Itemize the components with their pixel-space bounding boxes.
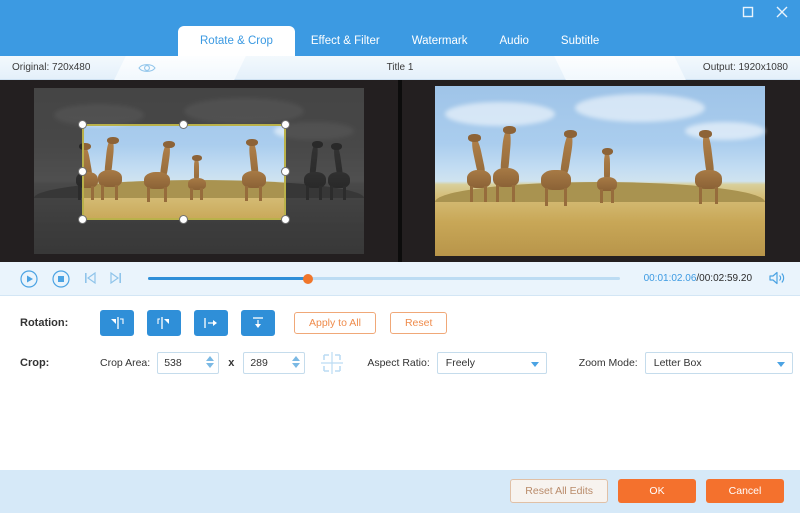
crop-height-stepper[interactable]	[243, 352, 306, 374]
info-bar: Original: 720x480 Title 1 Output: 1920x1…	[0, 56, 800, 80]
apply-to-all-button[interactable]: Apply to All	[294, 312, 376, 334]
crop-handle-middle-right[interactable]	[281, 167, 290, 176]
volume-icon[interactable]	[768, 270, 786, 286]
crop-handle-top-center[interactable]	[179, 120, 188, 129]
crop-handle-bottom-left[interactable]	[78, 215, 87, 224]
title-label: Title 1	[386, 62, 414, 73]
crop-handle-bottom-right[interactable]	[281, 215, 290, 224]
total-time-label: 00:02:59.20	[699, 273, 752, 284]
tab-bar: Rotate & Crop Effect & Filter Watermark …	[178, 26, 615, 56]
aspect-ratio-value: Freely	[445, 357, 475, 369]
output-video-frame	[435, 86, 765, 256]
reset-button[interactable]: Reset	[389, 312, 448, 334]
crop-selection-box[interactable]	[78, 120, 290, 224]
controls-panel: Rotation: Apply to All Reset Crop: Crop …	[0, 296, 800, 470]
crop-handle-top-right[interactable]	[281, 120, 290, 129]
chevron-down-icon	[530, 362, 539, 367]
rotation-label: Rotation:	[20, 317, 69, 329]
crop-position-icon[interactable]	[319, 350, 345, 376]
playback-slider-fill	[148, 277, 309, 280]
crop-width-stepper[interactable]	[157, 352, 220, 374]
output-resolution-label: Output: 1920x1080	[702, 62, 788, 73]
tab-subtitle[interactable]: Subtitle	[545, 26, 615, 56]
crop-handle-middle-left[interactable]	[78, 167, 87, 176]
crop-area-label: Crop Area:	[100, 357, 151, 369]
crop-handle-top-left[interactable]	[78, 120, 87, 129]
crop-handle-bottom-center[interactable]	[179, 215, 188, 224]
cancel-button[interactable]: Cancel	[706, 479, 784, 503]
aspect-ratio-select[interactable]: Freely	[436, 352, 547, 374]
timecode-display: 00:01:02.06/00:02:59.20	[644, 262, 752, 296]
crop-row: Crop: Crop Area: x Aspect Ratio: Freely	[0, 348, 800, 378]
playback-slider-thumb[interactable]	[303, 273, 314, 284]
aspect-ratio-label: Aspect Ratio:	[367, 357, 430, 369]
playback-slider[interactable]	[148, 273, 620, 284]
reset-all-edits-button[interactable]: Reset All Edits	[510, 479, 608, 503]
tab-audio[interactable]: Audio	[484, 26, 545, 56]
zoom-mode-select[interactable]: Letter Box	[644, 352, 793, 374]
rotation-row: Rotation: Apply to All Reset	[0, 306, 800, 340]
stop-icon[interactable]	[52, 270, 70, 288]
footer-buttons: Reset All Edits OK Cancel	[510, 479, 784, 503]
rotate-left-button[interactable]	[100, 310, 134, 336]
preview-area	[0, 80, 800, 262]
next-frame-icon[interactable]	[108, 270, 126, 288]
crop-width-input[interactable]	[158, 353, 203, 373]
flip-vertical-button[interactable]	[241, 310, 275, 336]
footer-bar: Reset All Edits OK Cancel	[0, 470, 800, 513]
play-icon[interactable]	[20, 270, 38, 288]
maximize-icon[interactable]	[738, 2, 758, 22]
chevron-down-icon	[776, 362, 785, 367]
crop-height-spinner[interactable]	[292, 356, 301, 368]
ok-button[interactable]: OK	[618, 479, 696, 503]
current-time-label: 00:01:02.06	[643, 273, 697, 284]
crop-dimension-separator: x	[228, 357, 235, 369]
zoom-mode-label: Zoom Mode:	[578, 357, 638, 369]
video-editor-window: Rotate & Crop Effect & Filter Watermark …	[0, 0, 800, 513]
output-preview	[402, 80, 800, 262]
source-preview[interactable]	[0, 80, 398, 262]
tab-effect-filter[interactable]: Effect & Filter	[295, 26, 396, 56]
crop-selection-content	[84, 126, 284, 218]
crop-label: Crop:	[20, 357, 50, 369]
close-icon[interactable]	[772, 2, 792, 22]
tab-watermark[interactable]: Watermark	[396, 26, 484, 56]
flip-horizontal-button[interactable]	[194, 310, 228, 336]
crop-height-input[interactable]	[244, 353, 289, 373]
tab-rotate-crop[interactable]: Rotate & Crop	[178, 26, 295, 56]
crop-width-spinner[interactable]	[206, 356, 215, 368]
window-controls	[738, 2, 792, 22]
previous-frame-icon[interactable]	[82, 270, 100, 288]
rotate-right-button[interactable]	[147, 310, 181, 336]
zoom-mode-value: Letter Box	[653, 357, 702, 369]
title-bar: Rotate & Crop Effect & Filter Watermark …	[0, 0, 800, 56]
